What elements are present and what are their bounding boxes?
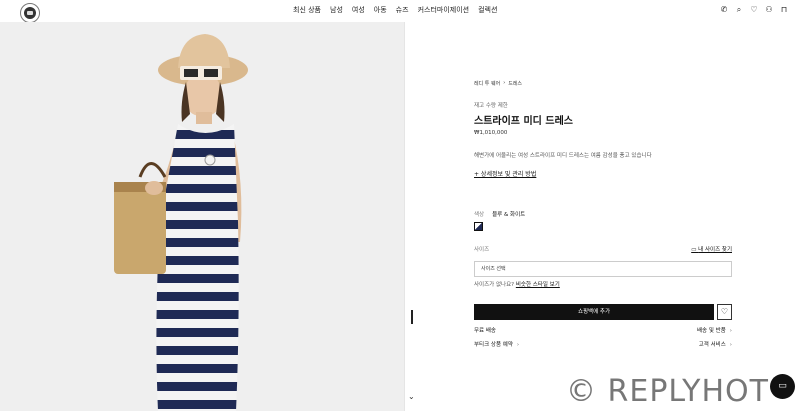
dress-logo-patch — [204, 154, 216, 166]
color-row: 색상 블루 & 화이트 — [474, 210, 525, 218]
utility-icons: ✆ ⌕ ♡ ⚇ ⊓ — [720, 5, 788, 15]
nav-item-collection[interactable]: 컬렉션 — [478, 5, 497, 15]
gallery-scroll-indicator[interactable] — [411, 310, 413, 324]
hat-crown — [178, 34, 230, 68]
brand-logo[interactable] — [20, 3, 40, 23]
size-label: 사이즈 — [474, 247, 490, 253]
free-shipping-label[interactable]: 무료 배송 — [474, 326, 496, 334]
breadcrumb-item[interactable]: 드레스 — [508, 80, 522, 87]
shipping-returns-label: 배송 및 반품 — [696, 328, 726, 334]
nav-item-new[interactable]: 최신 상품 — [293, 5, 321, 15]
customer-service-link[interactable]: 고객 서비스 › — [699, 340, 732, 348]
color-swatch[interactable] — [474, 222, 483, 231]
breadcrumb-item[interactable]: 레디 투 웨어 — [474, 80, 500, 87]
product-price: ₩1,010,000 — [474, 130, 508, 136]
search-icon[interactable]: ⌕ — [735, 5, 743, 15]
model-illustration — [114, 34, 248, 411]
bag-icon[interactable]: ⊓ — [780, 5, 788, 15]
size-guide-link[interactable]: ▭ 내 사이즈 찾기 — [691, 245, 732, 253]
boutique-reservation-label: 부티크 상품 예약 — [474, 342, 513, 348]
heart-icon[interactable]: ♡ — [717, 304, 732, 320]
chevron-right-icon: › — [729, 328, 732, 334]
face — [186, 74, 220, 116]
user-icon[interactable]: ⚇ — [765, 5, 773, 15]
panel-divider — [404, 22, 405, 411]
boutique-reservation-link[interactable]: 부티크 상품 예약 › — [474, 340, 519, 348]
nav-item-customization[interactable]: 커스터마이제이션 — [418, 5, 470, 15]
heart-icon[interactable]: ♡ — [750, 5, 758, 15]
size-guide-label: 내 사이즈 찾기 — [698, 247, 732, 253]
similar-styles-link[interactable]: 비슷한 스타일 보기 — [516, 282, 560, 288]
add-to-bag-button[interactable]: 쇼핑백에 추가 — [474, 304, 714, 320]
product-description: 해변가에 어울리는 여성 스트라이프 미디 드레스는 여름 감성을 풍고 있습니… — [474, 153, 652, 159]
nav-item-shoes[interactable]: 슈즈 — [396, 5, 409, 15]
shipping-returns-link[interactable]: 배송 및 반품 › — [697, 326, 732, 334]
watermark: © REPLYHOT — [566, 374, 769, 409]
details-care-link[interactable]: + 상세정보 및 관리 방법 — [474, 169, 536, 178]
basket-bag — [114, 182, 166, 274]
product-title: 스트라이프 미디 드레스 — [474, 116, 573, 127]
breadcrumb: 레디 투 웨어 › 드레스 — [474, 80, 732, 87]
chevron-right-icon: › — [516, 342, 520, 348]
chevron-down-icon[interactable]: ⌄ — [408, 392, 415, 401]
stock-notice: 재고 수량 제한 — [474, 103, 508, 109]
chevron-right-icon: › — [503, 80, 506, 86]
product-photo — [0, 22, 404, 411]
main-nav: 최신 상품 남성 여성 아동 슈즈 커스터마이제이션 컬렉션 — [293, 5, 497, 15]
customer-service-label: 고객 서비스 — [698, 342, 726, 348]
size-unavailable: 사이즈가 없나요? 비슷한 스타일 보기 — [474, 280, 560, 288]
logo-mark-icon — [24, 7, 36, 19]
product-panel: 레디 투 웨어 › 드레스 재고 수량 제한 스트라이프 미디 드레스 ₩1,0… — [474, 80, 732, 348]
nav-item-women[interactable]: 여성 — [352, 5, 365, 15]
size-select[interactable]: 사이즈 선택 — [474, 261, 732, 277]
chevron-right-icon: › — [729, 342, 732, 348]
nav-item-kids[interactable]: 아동 — [374, 5, 387, 15]
color-value: 블루 & 화이트 — [492, 212, 526, 218]
phone-icon[interactable]: ✆ — [720, 5, 728, 15]
color-label: 색상 — [474, 212, 485, 218]
chat-icon[interactable]: ▭ — [770, 374, 795, 399]
site-header: 최신 상품 남성 여성 아동 슈즈 커스터마이제이션 컬렉션 ✆ ⌕ ♡ ⚇ ⊓ — [0, 0, 800, 23]
nav-item-men[interactable]: 남성 — [330, 5, 343, 15]
size-unavailable-text: 사이즈가 없나요? — [474, 282, 515, 288]
